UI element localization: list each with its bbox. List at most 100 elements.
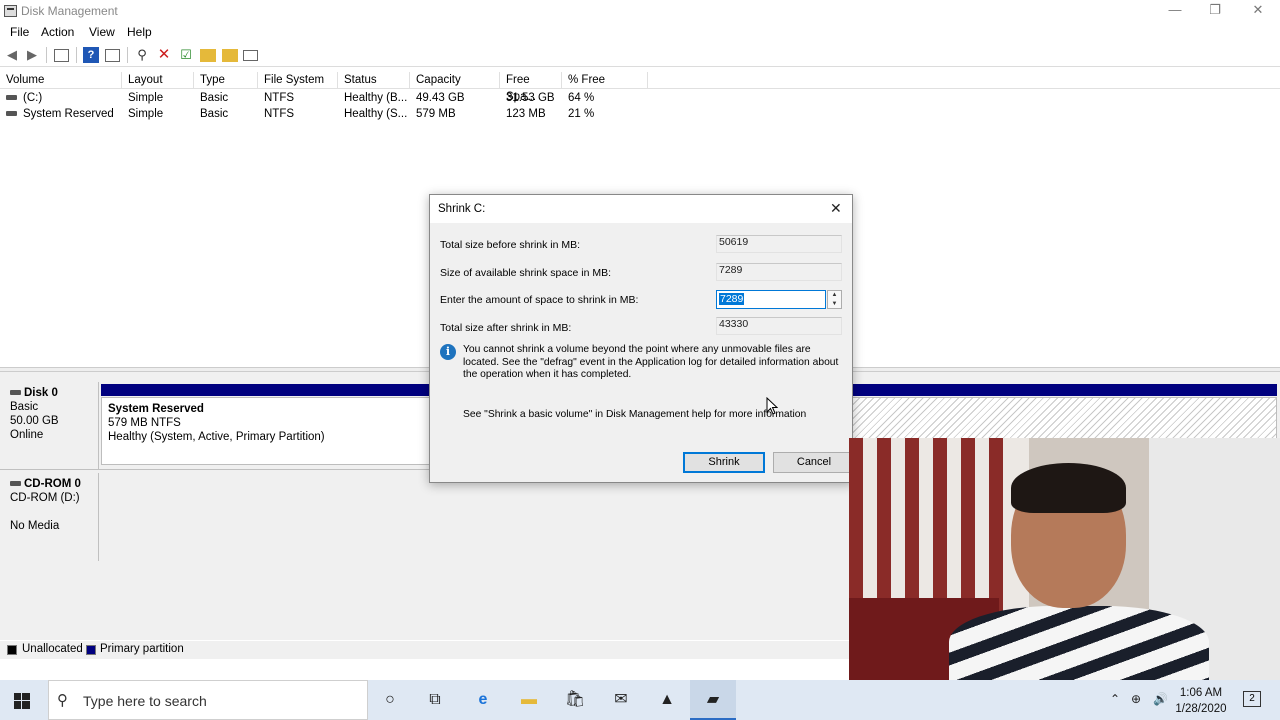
toolbar-separator xyxy=(76,47,77,63)
shrink-amount-input[interactable]: 7289 xyxy=(716,290,826,309)
disk-0-label[interactable]: Disk 0 Basic 50.00 GB Online xyxy=(3,382,99,470)
column-percent-free[interactable]: % Free xyxy=(562,72,648,89)
menu-file[interactable]: File xyxy=(10,25,29,39)
list-icon[interactable] xyxy=(243,50,258,61)
notification-icon[interactable]: 2 xyxy=(1243,691,1261,707)
total-after-value: 43330 xyxy=(716,317,842,335)
cell-volume: System Reserved xyxy=(6,106,114,122)
legend-swatch-unallocated xyxy=(7,645,17,655)
show-hide-console-icon[interactable] xyxy=(54,49,69,62)
partition-health: Healthy (System, Active, Primary Partiti… xyxy=(108,431,325,443)
taskbar-search-box[interactable]: ⚲ Type here to search xyxy=(48,680,368,720)
close-button[interactable]: ✕ xyxy=(1235,0,1280,22)
cell-type: Basic xyxy=(200,108,229,120)
check-icon[interactable]: ☑ xyxy=(178,47,194,63)
rescan-icon[interactable] xyxy=(200,49,216,62)
spin-up-icon[interactable]: ▲ xyxy=(828,291,841,300)
column-layout[interactable]: Layout xyxy=(122,72,194,89)
search-icon[interactable] xyxy=(222,49,238,62)
help-icon[interactable]: ? xyxy=(83,47,99,63)
disk-management-icon: ▰ xyxy=(706,691,720,708)
cell-free-space: 123 MB xyxy=(506,108,546,120)
legend-unallocated: Unallocated xyxy=(22,643,83,655)
column-file-system[interactable]: File System xyxy=(258,72,338,89)
webcam-overlay xyxy=(849,438,1280,680)
webcam-shirt xyxy=(949,606,1209,680)
column-volume[interactable]: Volume xyxy=(0,72,122,89)
cell-capacity: 49.43 GB xyxy=(416,92,465,104)
menu-view[interactable]: View xyxy=(89,25,115,39)
shrink-dialog: Shrink C: ✕ Total size before shrink in … xyxy=(429,194,855,483)
forward-arrow-icon[interactable]: ▶ xyxy=(24,47,40,63)
volume-icon[interactable]: 🔊 xyxy=(1153,692,1168,706)
clock[interactable]: 1:06 AM 1/28/2020 xyxy=(1172,685,1230,717)
cancel-button[interactable]: Cancel xyxy=(773,452,855,473)
column-status[interactable]: Status xyxy=(338,72,410,89)
column-type[interactable]: Type xyxy=(194,72,258,89)
info-icon: i xyxy=(440,344,456,360)
cell-percent-free: 21 % xyxy=(568,108,595,120)
edge-icon[interactable]: e xyxy=(471,688,495,712)
shrink-button[interactable]: Shrink xyxy=(683,452,765,473)
cell-layout: Simple xyxy=(128,108,164,120)
back-arrow-icon[interactable]: ◀ xyxy=(4,47,20,63)
cell-volume: (C:) xyxy=(6,90,42,106)
restore-button[interactable]: ❐ xyxy=(1192,0,1238,22)
cell-capacity: 579 MB xyxy=(416,108,456,120)
cdrom-0-type: CD-ROM (D:) xyxy=(10,492,80,504)
delete-icon[interactable]: ✕ xyxy=(156,47,172,63)
disk-0-type: Basic xyxy=(10,401,39,413)
legend-primary: Primary partition xyxy=(100,643,184,655)
connect-icon[interactable]: ⚲ xyxy=(134,47,150,63)
disk-management-taskbar-button[interactable]: ▰ xyxy=(690,680,736,720)
column-capacity[interactable]: Capacity xyxy=(410,72,500,89)
menu-bar: File Action View Help xyxy=(0,22,1280,42)
info-message: You cannot shrink a volume beyond the po… xyxy=(463,344,839,380)
dialog-title-bar: Shrink C: ✕ xyxy=(430,195,852,223)
cortana-icon[interactable]: ○ xyxy=(378,688,402,712)
volume-table-header: Volume Layout Type File System Status Ca… xyxy=(0,72,1280,103)
properties-icon[interactable] xyxy=(105,49,120,62)
taskbar: ⚲ Type here to search ○ ⧉ e ▬ 🛍 ✉ ▲ ▰ ⌃ … xyxy=(0,680,1280,720)
mail-icon[interactable]: ✉ xyxy=(609,688,633,712)
menu-help[interactable]: Help xyxy=(127,25,152,39)
partition-system-reserved[interactable]: System Reserved 579 MB NTFS Healthy (Sys… xyxy=(101,397,431,465)
available-space-label: Size of available shrink space in MB: xyxy=(440,267,611,279)
shrink-amount-label: Enter the amount of space to shrink in M… xyxy=(440,294,639,306)
network-icon[interactable]: ⊕ xyxy=(1131,692,1141,706)
shrink-amount-spinner[interactable]: ▲ ▼ xyxy=(827,290,842,309)
available-space-value: 7289 xyxy=(716,263,842,281)
table-row[interactable]: (C:) Simple Basic NTFS Healthy (B... 49.… xyxy=(0,90,1280,106)
cell-status: Healthy (S... xyxy=(344,108,408,120)
spin-down-icon[interactable]: ▼ xyxy=(828,300,841,309)
dialog-close-icon[interactable]: ✕ xyxy=(830,200,842,217)
task-view-icon[interactable]: ⧉ xyxy=(423,688,447,712)
title-bar: Disk Management — ❐ ✕ xyxy=(0,0,1280,22)
cell-file-system: NTFS xyxy=(264,92,295,104)
search-placeholder: Type here to search xyxy=(83,693,207,709)
total-before-label: Total size before shrink in MB: xyxy=(440,239,581,251)
show-hidden-icons-icon[interactable]: ⌃ xyxy=(1110,692,1120,706)
start-button[interactable] xyxy=(0,680,46,720)
clock-time: 1:06 AM xyxy=(1179,687,1223,699)
menu-action[interactable]: Action xyxy=(41,25,74,39)
cdrom-0-label[interactable]: CD-ROM 0 CD-ROM (D:) No Media xyxy=(3,473,99,561)
toolbar-separator xyxy=(127,47,128,63)
window-title: Disk Management xyxy=(21,4,118,18)
photos-icon[interactable]: ▲ xyxy=(655,688,679,712)
store-icon[interactable]: 🛍 xyxy=(563,688,587,712)
disk-management-icon xyxy=(4,5,17,17)
toolbar-separator xyxy=(46,47,47,63)
drive-icon xyxy=(6,111,17,117)
cell-layout: Simple xyxy=(128,92,164,104)
total-after-label: Total size after shrink in MB: xyxy=(440,322,572,334)
table-row[interactable]: System Reserved Simple Basic NTFS Health… xyxy=(0,106,1280,122)
mouse-cursor-icon xyxy=(766,397,778,415)
cell-percent-free: 64 % xyxy=(568,92,595,104)
cdrom-0-status: No Media xyxy=(10,520,60,532)
file-explorer-icon[interactable]: ▬ xyxy=(517,688,541,712)
search-icon: ⚲ xyxy=(57,692,68,709)
disk-0-size: 50.00 GB xyxy=(10,415,59,427)
cell-type: Basic xyxy=(200,92,229,104)
column-free-space[interactable]: Free Spa... xyxy=(500,72,562,103)
